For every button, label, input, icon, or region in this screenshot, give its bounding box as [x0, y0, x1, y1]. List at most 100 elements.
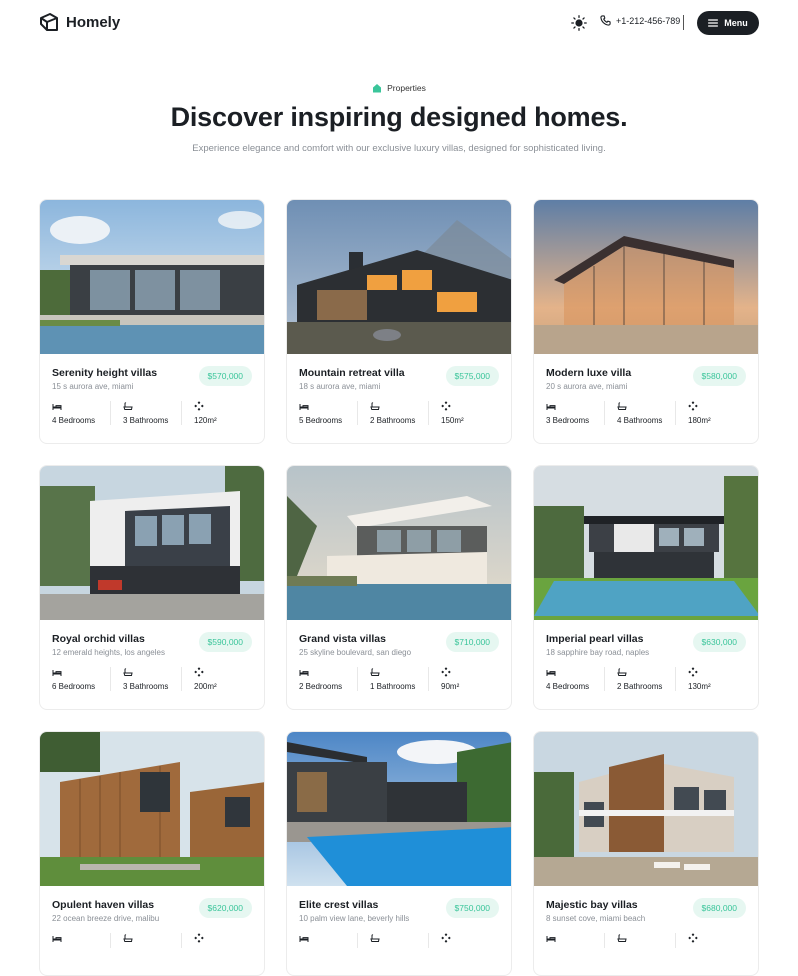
- property-image: [40, 200, 264, 354]
- property-features: 3 Bedrooms 4 Bathrooms 180m²: [546, 401, 746, 425]
- bathtub-icon: [370, 933, 380, 942]
- card-body: Modern luxe villa 20 s aurora ave, miami…: [534, 354, 758, 425]
- bedrooms-label: 6 Bedrooms: [52, 682, 96, 691]
- page-title: Discover inspiring designed homes.: [170, 102, 628, 132]
- logo[interactable]: Homely: [39, 12, 120, 32]
- bedrooms-feature: [52, 933, 111, 948]
- area-expand-icon: [441, 933, 451, 943]
- bed-icon: [546, 935, 556, 942]
- hero-section: Properties Discover inspiring designed h…: [0, 80, 798, 154]
- area-expand-icon: [194, 667, 204, 677]
- header-divider: [683, 15, 684, 30]
- bedrooms-feature: [546, 933, 605, 948]
- bed-icon: [52, 669, 62, 676]
- bedrooms-feature: 2 Bedrooms: [299, 667, 358, 691]
- price-badge: $710,000: [445, 632, 499, 652]
- bed-icon: [52, 403, 62, 410]
- bathtub-icon: [370, 667, 380, 676]
- property-card[interactable]: Mountain retreat villa 18 s aurora ave, …: [286, 199, 512, 444]
- bathtub-icon: [617, 401, 627, 410]
- bathtub-icon: [123, 401, 133, 410]
- bedrooms-feature: 5 Bedrooms: [299, 401, 358, 425]
- bathrooms-feature: [358, 933, 429, 948]
- area-feature: 130m²: [676, 667, 746, 691]
- area-feature: [676, 933, 746, 948]
- area-expand-icon: [194, 401, 204, 411]
- bathrooms-feature: 3 Bathrooms: [111, 401, 182, 425]
- property-card[interactable]: Serenity height villas 15 s aurora ave, …: [39, 199, 265, 444]
- property-features: [546, 933, 746, 948]
- bathrooms-label: 3 Bathrooms: [123, 416, 169, 425]
- bed-icon: [299, 669, 309, 676]
- property-features: 6 Bedrooms 3 Bathrooms 200m²: [52, 667, 252, 691]
- bed-icon: [299, 403, 309, 410]
- bathrooms-label: 2 Bathrooms: [370, 416, 416, 425]
- area-expand-icon: [441, 667, 451, 677]
- hamburger-icon: [708, 19, 719, 27]
- bed-icon: [546, 403, 556, 410]
- property-image: [40, 732, 264, 886]
- card-body: Grand vista villas 25 skyline boulevard,…: [287, 620, 511, 691]
- property-card[interactable]: Modern luxe villa 20 s aurora ave, miami…: [533, 199, 759, 444]
- area-expand-icon: [688, 933, 698, 943]
- badge-label: Properties: [387, 83, 426, 93]
- card-body: Imperial pearl villas 18 sapphire bay ro…: [534, 620, 758, 691]
- card-body: Majestic bay villas 8 sunset cove, miami…: [534, 886, 758, 948]
- property-image: [534, 200, 758, 354]
- bathrooms-feature: 2 Bathrooms: [358, 401, 429, 425]
- bedrooms-label: 2 Bedrooms: [299, 682, 343, 691]
- bathrooms-feature: 1 Bathrooms: [358, 667, 429, 691]
- price-badge: $570,000: [198, 366, 252, 386]
- bathrooms-feature: 3 Bathrooms: [111, 667, 182, 691]
- price-badge: $680,000: [692, 898, 746, 918]
- house-logo-icon: [40, 13, 58, 31]
- price-badge: $620,000: [198, 898, 252, 918]
- price-badge: $590,000: [198, 632, 252, 652]
- area-feature: 120m²: [182, 401, 252, 425]
- menu-button[interactable]: Menu: [697, 11, 759, 35]
- bathrooms-feature: [111, 933, 182, 948]
- property-card[interactable]: Elite crest villas 10 palm view lane, be…: [286, 731, 512, 976]
- bathtub-icon: [123, 667, 133, 676]
- property-image: [287, 466, 511, 620]
- price-badge: $750,000: [445, 898, 499, 918]
- property-card[interactable]: Grand vista villas 25 skyline boulevard,…: [286, 465, 512, 710]
- theme-toggle-button[interactable]: [570, 14, 588, 32]
- property-features: [299, 933, 499, 948]
- bathrooms-label: 3 Bathrooms: [123, 682, 169, 691]
- area-feature: 200m²: [182, 667, 252, 691]
- card-body: Elite crest villas 10 palm view lane, be…: [287, 886, 511, 948]
- card-body: Serenity height villas 15 s aurora ave, …: [40, 354, 264, 425]
- bedrooms-feature: [299, 933, 358, 948]
- property-card[interactable]: Opulent haven villas 22 ocean breeze dri…: [39, 731, 265, 976]
- bed-icon: [52, 935, 62, 942]
- section-badge: Properties: [0, 80, 798, 96]
- property-features: 4 Bedrooms 2 Bathrooms 130m²: [546, 667, 746, 691]
- site-header: Homely +1-212-456-789 Menu: [0, 0, 798, 46]
- logo-text: Homely: [66, 13, 121, 31]
- phone-number: +1-212-456-789: [616, 15, 681, 26]
- area-expand-icon: [194, 933, 204, 943]
- property-features: 4 Bedrooms 3 Bathrooms 120m²: [52, 401, 252, 425]
- bathrooms-label: 2 Bathrooms: [617, 682, 663, 691]
- bedrooms-label: 4 Bedrooms: [546, 682, 590, 691]
- phone-icon: [600, 15, 611, 26]
- area-label: 90m²: [441, 682, 460, 691]
- bathtub-icon: [617, 933, 627, 942]
- area-label: 150m²: [441, 416, 464, 425]
- bathrooms-label: 1 Bathrooms: [370, 682, 416, 691]
- property-image: [534, 466, 758, 620]
- property-card[interactable]: Majestic bay villas 8 sunset cove, miami…: [533, 731, 759, 976]
- card-body: Opulent haven villas 22 ocean breeze dri…: [40, 886, 264, 948]
- home-icon: [373, 84, 382, 93]
- bedrooms-feature: 6 Bedrooms: [52, 667, 111, 691]
- area-feature: 180m²: [676, 401, 746, 425]
- bathtub-icon: [617, 667, 627, 676]
- bathrooms-feature: 2 Bathrooms: [605, 667, 676, 691]
- property-image: [534, 732, 758, 886]
- bathrooms-label: 4 Bathrooms: [617, 416, 663, 425]
- phone-link[interactable]: +1-212-456-789: [600, 15, 680, 26]
- card-body: Mountain retreat villa 18 s aurora ave, …: [287, 354, 511, 425]
- property-card[interactable]: Imperial pearl villas 18 sapphire bay ro…: [533, 465, 759, 710]
- property-card[interactable]: Royal orchid villas 12 emerald heights, …: [39, 465, 265, 710]
